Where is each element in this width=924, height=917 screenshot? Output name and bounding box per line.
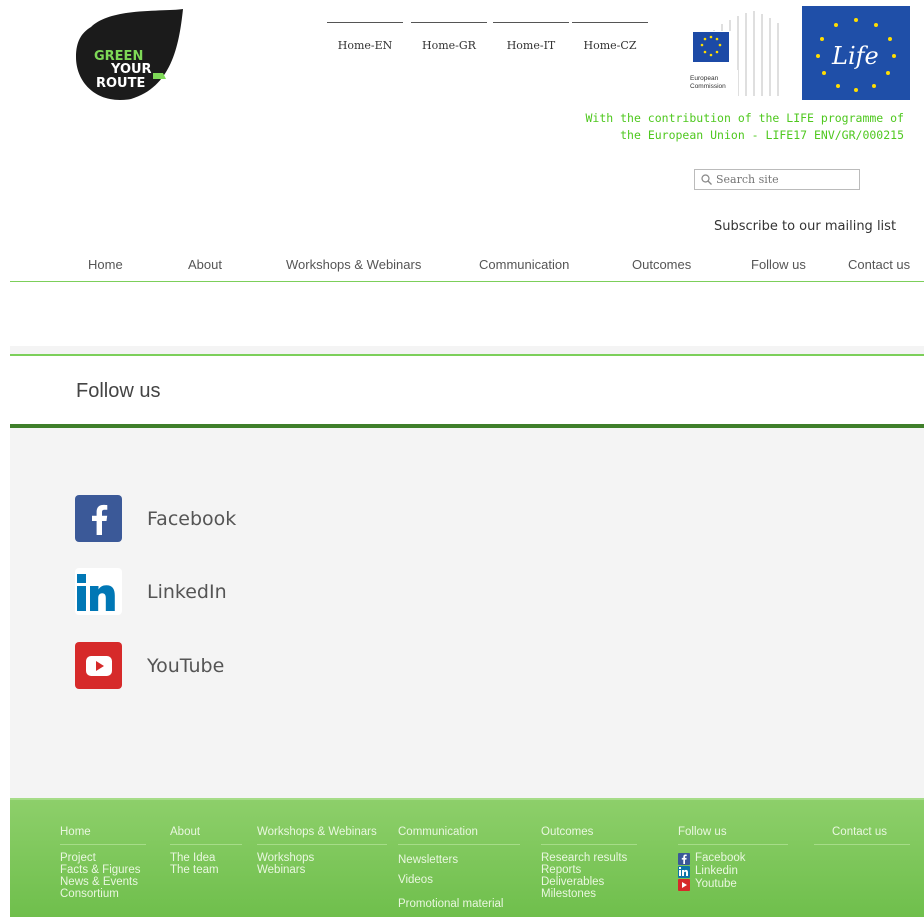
lang-link-it[interactable]: Home-IT xyxy=(493,22,569,52)
footer-link-consortium[interactable]: Consortium xyxy=(60,888,146,900)
page-title: Follow us xyxy=(76,380,161,402)
life-logo-text: Life xyxy=(831,42,879,70)
footer-facebook-link[interactable]: Facebook xyxy=(678,852,788,865)
nav-follow-us[interactable]: Follow us xyxy=(751,257,806,272)
footer-link-milestones[interactable]: Milestones xyxy=(541,888,637,900)
social-facebook-link[interactable]: Facebook xyxy=(75,495,236,542)
footer-link-research-results[interactable]: Research results xyxy=(541,852,637,864)
subscribe-mailing-list-link[interactable]: Subscribe to our mailing list xyxy=(714,219,896,234)
footer-workshops-heading[interactable]: Workshops & Webinars xyxy=(257,826,387,845)
search-input[interactable] xyxy=(716,173,846,186)
footer-contact-heading[interactable]: Contact us xyxy=(814,826,910,845)
main-navigation: Home About Workshops & Webinars Communic… xyxy=(10,255,924,282)
logo-text-route: ROUTE xyxy=(96,76,145,91)
search-box[interactable] xyxy=(694,169,860,190)
footer-col-outcomes: Outcomes Research results Reports Delive… xyxy=(541,826,637,900)
footer-link-workshops[interactable]: Workshops xyxy=(257,852,387,864)
footer-youtube-link[interactable]: Youtube xyxy=(678,878,788,891)
footer-about-heading[interactable]: About xyxy=(170,826,242,845)
logo-text-your: YOUR xyxy=(110,62,152,77)
footer-col-home: Home Project Facts & Figures News & Even… xyxy=(60,826,146,900)
title-band-top xyxy=(10,346,924,356)
footer-link-webinars[interactable]: Webinars xyxy=(257,864,387,876)
lang-link-cz[interactable]: Home-CZ xyxy=(572,22,648,52)
linkedin-icon xyxy=(678,865,690,878)
green-your-route-logo[interactable]: GREEN YOUR ROUTE xyxy=(71,7,185,101)
footer-linkedin-link[interactable]: Linkedin xyxy=(678,865,788,878)
search-icon xyxy=(701,174,712,185)
facebook-icon xyxy=(75,495,122,542)
footer-link-the-idea[interactable]: The Idea xyxy=(170,852,242,864)
social-linkedin-link[interactable]: LinkedIn xyxy=(75,568,227,615)
nav-about[interactable]: About xyxy=(188,257,222,272)
ec-label-line2: Commission xyxy=(690,83,726,90)
nav-home[interactable]: Home xyxy=(88,257,123,272)
footer-link-news-events[interactable]: News & Events xyxy=(60,876,146,888)
social-label-linkedin: LinkedIn xyxy=(147,580,227,603)
lang-link-en[interactable]: Home-EN xyxy=(327,22,403,52)
lang-link-gr[interactable]: Home-GR xyxy=(411,22,487,52)
footer-col-contact: Contact us xyxy=(814,826,910,852)
contribution-line-1: With the contribution of the LIFE progra… xyxy=(585,111,905,125)
nav-communication[interactable]: Communication xyxy=(479,257,569,272)
life-contribution-note: With the contribution of the LIFE progra… xyxy=(560,110,905,144)
footer-youtube-label: Youtube xyxy=(695,878,737,890)
footer-facebook-label: Facebook xyxy=(695,852,746,864)
footer-col-workshops: Workshops & Webinars Workshops Webinars xyxy=(257,826,387,876)
ec-label-line1: European xyxy=(690,75,719,82)
footer-home-heading[interactable]: Home xyxy=(60,826,146,845)
footer-link-reports[interactable]: Reports xyxy=(541,864,637,876)
contribution-line-2: the European Union - LIFE17 ENV/GR/00021… xyxy=(620,128,904,142)
footer-col-follow-us: Follow us Facebook Linkedin Youtube xyxy=(678,826,788,891)
footer-col-communication: Communication Newsletters Videos Promoti… xyxy=(398,826,520,916)
footer-link-the-team[interactable]: The team xyxy=(170,864,242,876)
youtube-icon xyxy=(678,878,690,891)
social-label-youtube: YouTube xyxy=(147,654,225,677)
european-commission-logo: European Commission xyxy=(684,8,784,100)
nav-workshops-webinars[interactable]: Workshops & Webinars xyxy=(286,257,421,272)
nav-contact-us[interactable]: Contact us xyxy=(848,257,910,272)
life-programme-logo: Life xyxy=(802,6,910,100)
footer-link-facts-figures[interactable]: Facts & Figures xyxy=(60,864,146,876)
footer-link-promotional-material[interactable]: Promotional material xyxy=(398,892,520,916)
social-label-facebook: Facebook xyxy=(147,507,237,530)
footer-link-newsletters[interactable]: Newsletters xyxy=(398,852,520,868)
youtube-icon xyxy=(75,642,122,689)
social-youtube-link[interactable]: YouTube xyxy=(75,642,224,689)
footer-communication-heading[interactable]: Communication xyxy=(398,826,520,845)
facebook-icon xyxy=(678,852,690,865)
footer-outcomes-heading[interactable]: Outcomes xyxy=(541,826,637,845)
footer-col-about: About The Idea The team xyxy=(170,826,242,876)
footer-linkedin-label: Linkedin xyxy=(695,865,738,877)
footer-link-videos[interactable]: Videos xyxy=(398,868,520,892)
footer-link-project[interactable]: Project xyxy=(60,852,146,864)
nav-outcomes[interactable]: Outcomes xyxy=(632,257,691,272)
linkedin-icon xyxy=(75,568,122,615)
footer-follow-heading[interactable]: Follow us xyxy=(678,826,788,845)
footer-link-deliverables[interactable]: Deliverables xyxy=(541,876,637,888)
